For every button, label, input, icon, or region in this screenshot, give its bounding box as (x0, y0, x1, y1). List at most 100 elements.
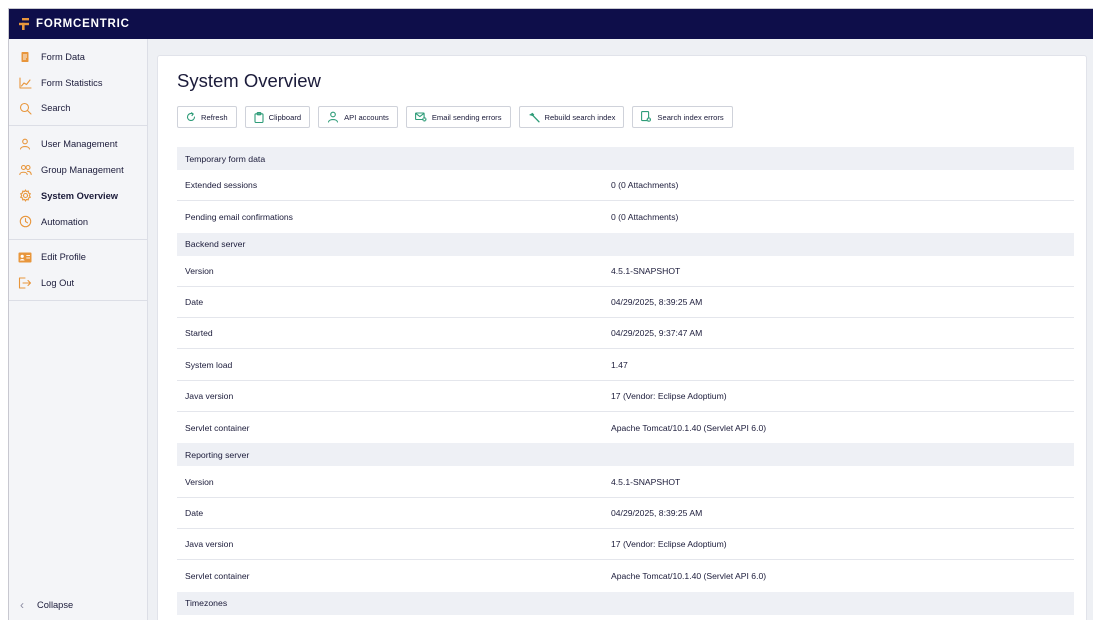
gear-icon (18, 189, 32, 203)
row-key: Pending email confirmations (185, 211, 293, 222)
brand-mark-icon (19, 18, 29, 30)
app-frame: FORMCENTRIC Form Data Form Statistics Sear… (8, 8, 1093, 620)
table-row: Java version 17 (Vendor: Eclipse Adoptium… (177, 529, 1074, 561)
button-label: Email sending errors (431, 112, 502, 122)
table-row: Servlet container Apache Tomcat/10.1.40 (… (177, 560, 1074, 591)
email-error-icon (414, 112, 427, 122)
sidebar-item-label: Group Management (41, 165, 124, 176)
sidebar-group: Form Data Form Statistics Search (9, 39, 147, 127)
row-key: Started (185, 328, 213, 339)
sidebar-item-group-management[interactable]: Group Management (9, 157, 147, 183)
table-row: Java version 17 (Vendor: Eclipse Adoptium… (177, 381, 1074, 413)
refresh-icon (186, 112, 196, 122)
table-row: Servlet container Apache Tomcat/10.1.40 (… (177, 412, 1074, 443)
table-row: Date 04/29/2025, 8:39:25 AM (177, 498, 1074, 529)
sidebar-item-label: Automation (41, 216, 89, 227)
section-body: Version 4.5.1-SNAPSHOT Date 04/29/2025, 8:3… (177, 466, 1074, 591)
brand-name: FORMCENTRIC (36, 18, 130, 30)
row-value: 04/29/2025, 8:39:25 AM (611, 297, 703, 308)
row-key: Version (185, 265, 214, 276)
row-key: System load (185, 359, 233, 370)
chart-line-icon (18, 76, 32, 90)
system-info-table: Temporary form data Extended sessions 0 (0… (177, 147, 1074, 615)
sidebar-item-label: Log Out (41, 278, 75, 289)
row-key: Java version (185, 539, 234, 550)
collapse-label: Collapse (37, 600, 74, 610)
clipboard-button[interactable]: Clipboard (244, 106, 311, 128)
row-value: 17 (Vendor: Eclipse Adoptium) (611, 539, 727, 550)
page-title: System Overview (177, 70, 321, 91)
top-bar: FORMCENTRIC (9, 9, 1093, 39)
row-value: 4.5.1-SNAPSHOT (611, 265, 681, 276)
row-value: 04/29/2025, 9:37:47 AM (611, 328, 703, 339)
button-label: Rebuild search index (544, 112, 616, 122)
toolbar: Refresh Clipboard API accounts Email sendin… (177, 106, 733, 128)
sidebar-item-user-management[interactable]: User Management (9, 131, 147, 157)
system-overview-card: System Overview Refresh Clipboard API acco… (157, 55, 1087, 620)
row-key: Extended sessions (185, 180, 258, 191)
row-key: Date (185, 507, 204, 518)
sidebar-group: User Management Group Management System Ov… (9, 126, 147, 240)
sidebar-item-search[interactable]: Search (9, 96, 147, 122)
document-icon (18, 50, 32, 64)
sidebar-item-log-out[interactable]: Log Out (9, 270, 147, 296)
row-value: 4.5.1-SNAPSHOT (611, 476, 681, 487)
button-label: Refresh (201, 112, 228, 122)
button-label: Clipboard (268, 112, 302, 122)
hammer-icon (528, 112, 540, 123)
logout-icon (18, 276, 32, 290)
table-row: Pending email confirmations 0 (0 Attachme… (177, 201, 1074, 232)
row-value: 17 (Vendor: Eclipse Adoptium) (611, 390, 727, 401)
rebuild-search-index-button[interactable]: Rebuild search index (518, 106, 625, 128)
sidebar-item-automation[interactable]: Automation (9, 209, 147, 235)
section-body: Extended sessions 0 (0 Attachments) Pendin… (177, 170, 1074, 233)
sidebar-item-label: User Management (41, 139, 118, 150)
collapse-button[interactable]: ‹ Collapse (9, 594, 148, 616)
row-key: Java version (185, 390, 234, 401)
row-value: 0 (0 Attachments) (611, 180, 679, 191)
sidebar-item-system-overview[interactable]: System Overview (9, 183, 147, 209)
button-label: Search index errors (657, 112, 724, 122)
refresh-button[interactable]: Refresh (177, 106, 237, 128)
sidebar-item-label: Form Statistics (41, 77, 103, 88)
table-row: Started 04/29/2025, 9:37:47 AM (177, 318, 1074, 350)
api-accounts-button[interactable]: API accounts (318, 106, 398, 128)
table-row: Version 4.5.1-SNAPSHOT (177, 256, 1074, 287)
row-key: Servlet container (185, 422, 250, 433)
email-sending-errors-button[interactable]: Email sending errors (405, 106, 511, 128)
sidebar-item-form-data[interactable]: Form Data (9, 44, 147, 70)
user-icon (18, 137, 32, 151)
user-icon (327, 111, 339, 123)
users-icon (18, 163, 32, 177)
table-row: Version 4.5.1-SNAPSHOT (177, 466, 1074, 498)
section-header: Backend server (177, 232, 1074, 256)
search-error-icon (641, 111, 652, 123)
row-value: Apache Tomcat/10.1.40 (Servlet API 6.0) (611, 570, 767, 581)
sidebar-item-label: Search (41, 103, 71, 114)
sidebar-group: Edit Profile Log Out (9, 240, 147, 302)
sidebar-item-label: Edit Profile (41, 252, 86, 263)
row-key: Date (185, 297, 204, 308)
table-row: Date 04/29/2025, 8:39:25 AM (177, 287, 1074, 319)
chevron-left-icon: ‹ (20, 598, 24, 612)
search-index-errors-button[interactable]: Search index errors (632, 106, 733, 128)
sidebar: Form Data Form Statistics Search User Manag… (9, 39, 148, 620)
button-label: API accounts (344, 112, 389, 122)
row-value: 0 (0 Attachments) (611, 211, 679, 222)
table-row: System load 1.47 (177, 349, 1074, 381)
clock-icon (18, 215, 32, 229)
row-value: Apache Tomcat/10.1.40 (Servlet API 6.0) (611, 422, 767, 433)
row-value: 04/29/2025, 8:39:25 AM (611, 507, 703, 518)
clipboard-icon (254, 111, 264, 123)
search-icon (18, 101, 32, 115)
section-header: Reporting server (177, 443, 1074, 467)
brand-logo[interactable]: FORMCENTRIC (19, 18, 130, 30)
row-value: 1.47 (611, 359, 628, 370)
section-body: Version 4.5.1-SNAPSHOT Date 04/29/2025, 8:3… (177, 256, 1074, 444)
row-key: Version (185, 476, 214, 487)
section-header: Temporary form data (177, 147, 1074, 170)
sidebar-item-form-statistics[interactable]: Form Statistics (9, 70, 147, 96)
row-key: Servlet container (185, 570, 250, 581)
id-card-icon (18, 250, 32, 264)
sidebar-item-edit-profile[interactable]: Edit Profile (9, 245, 147, 271)
